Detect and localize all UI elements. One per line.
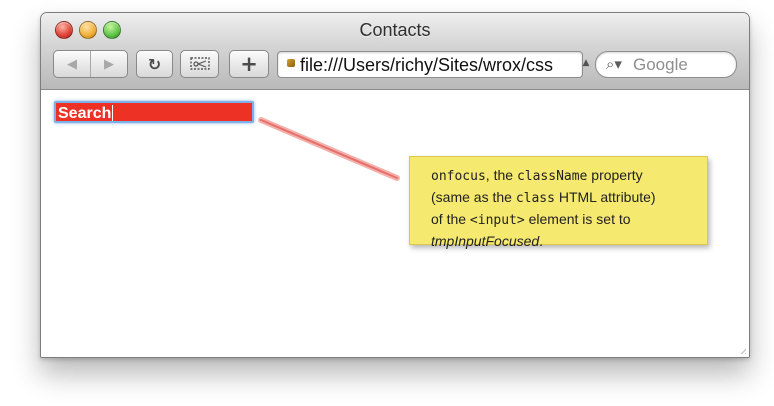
callout-note: onfocus, the className property (same as… bbox=[409, 156, 708, 249]
address-url: file:///Users/richy/Sites/wrox/css bbox=[300, 55, 554, 75]
title-bar: Contacts ◀ ▶ ↻ + file:///Users/richy/Sit… bbox=[41, 13, 749, 90]
screenshot-page: Contacts ◀ ▶ ↻ + file:///Users/richy/Sit… bbox=[0, 0, 774, 406]
forward-icon: ▶ bbox=[104, 56, 114, 72]
snip-icon bbox=[189, 57, 210, 70]
callout-term-onfocus: onfocus bbox=[431, 169, 486, 184]
address-bar[interactable]: file:///Users/richy/Sites/wrox/css bbox=[277, 51, 583, 78]
forward-button[interactable]: ▶ bbox=[91, 51, 127, 77]
back-icon: ◀ bbox=[67, 56, 77, 72]
search-input-value: Search bbox=[58, 105, 112, 122]
text-caret bbox=[112, 105, 114, 121]
history-navigation: ◀ ▶ bbox=[53, 50, 128, 78]
reload-icon: ↻ bbox=[147, 54, 162, 74]
address-dropdown-icon[interactable]: ▲ bbox=[581, 57, 591, 69]
browser-toolbar: ◀ ▶ ↻ + file:///Users/richy/Sites/wrox/c… bbox=[41, 47, 749, 81]
search-icon: ⌕▾ bbox=[606, 55, 622, 73]
reload-button[interactable]: ↻ bbox=[136, 50, 173, 78]
page-content: Search onfocus, the className property (… bbox=[41, 90, 749, 357]
callout-term-input: <input> bbox=[469, 213, 525, 228]
back-button[interactable]: ◀ bbox=[54, 51, 91, 77]
callout-term-classname: className bbox=[516, 169, 588, 184]
browser-window: Contacts ◀ ▶ ↻ + file:///Users/richy/Sit… bbox=[40, 12, 750, 358]
callout-term-tmpinputfocused: tmpInputFocused bbox=[431, 233, 540, 249]
callout-line-4: tmpInputFocused. bbox=[431, 231, 688, 251]
search-placeholder: Google bbox=[633, 55, 688, 74]
search-box[interactable]: ⌕▾ Google bbox=[595, 51, 737, 78]
callout-text-segment: property bbox=[587, 167, 643, 183]
callout-line-1: onfocus, the className property bbox=[431, 165, 688, 187]
callout-text-segment: element is set to bbox=[524, 211, 631, 227]
callout-connector bbox=[258, 117, 400, 181]
page-icon bbox=[287, 59, 295, 67]
callout-line-3: of the <input> element is set to bbox=[431, 209, 688, 231]
callout-text-segment: , the bbox=[485, 167, 517, 183]
callout-term-class: class bbox=[515, 191, 555, 206]
callout-text-segment: . bbox=[539, 233, 544, 249]
plus-icon: + bbox=[240, 52, 258, 76]
callout-line-2: (same as the class HTML attribute) bbox=[431, 187, 688, 209]
window-title: Contacts bbox=[359, 20, 431, 40]
snip-button[interactable] bbox=[180, 50, 219, 78]
callout-text-segment: HTML attribute) bbox=[554, 189, 656, 205]
callout-text-segment: of the bbox=[431, 211, 470, 227]
resize-grip[interactable] bbox=[734, 342, 746, 354]
add-bookmark-button[interactable]: + bbox=[229, 50, 269, 78]
callout-text-segment: (same as the bbox=[431, 189, 516, 205]
search-input[interactable]: Search bbox=[54, 101, 254, 123]
